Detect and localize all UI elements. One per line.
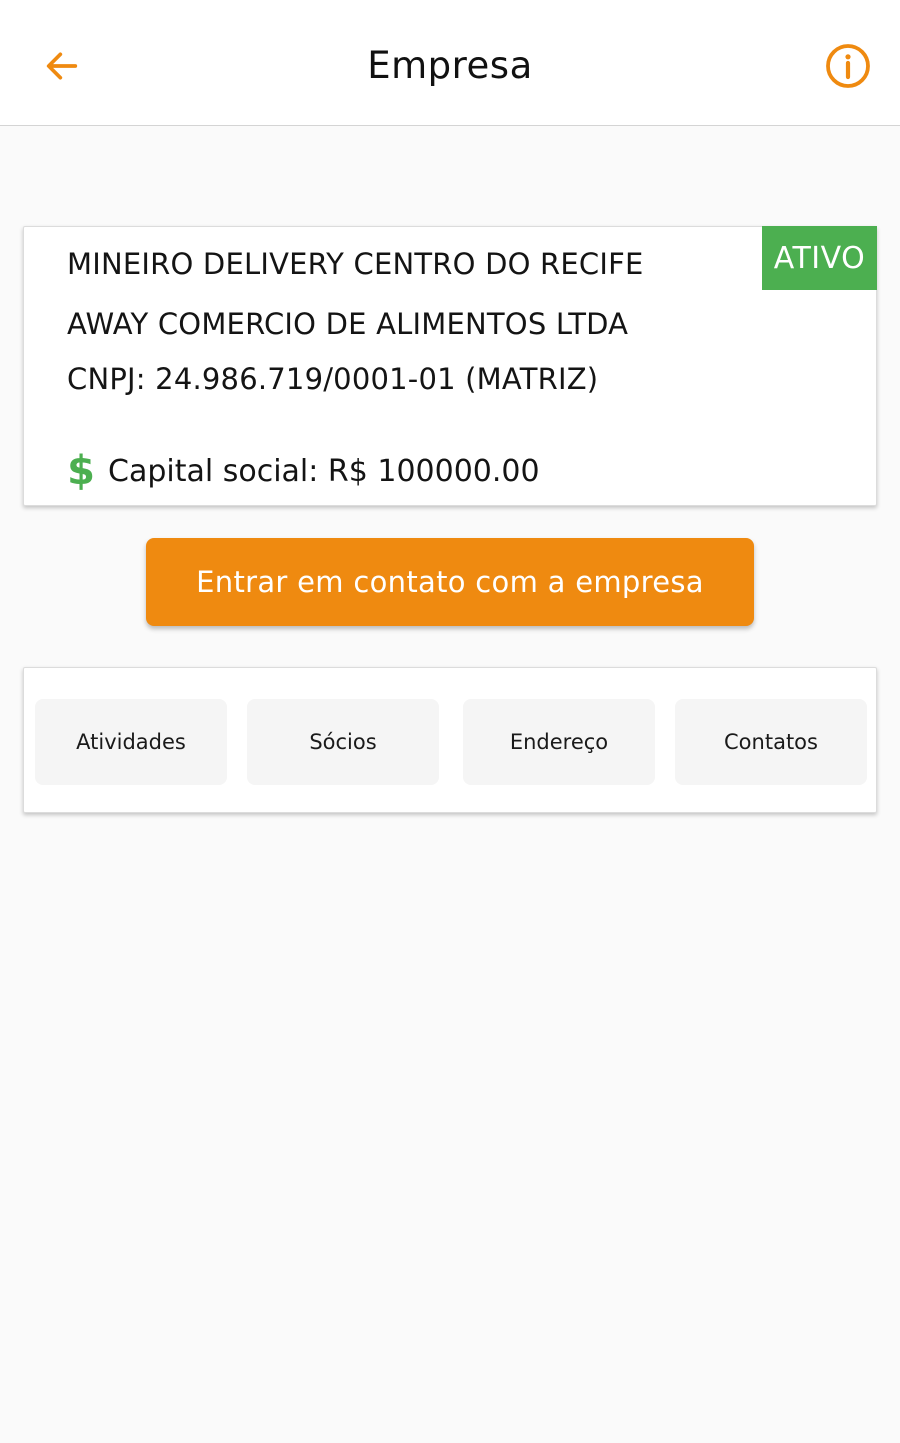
capital-social: Capital social: R$ 100000.00: [108, 453, 540, 489]
page-title: Empresa: [367, 44, 533, 87]
tab-endereco[interactable]: Endereço: [463, 699, 655, 785]
info-circle-icon: [826, 44, 870, 88]
tab-socios[interactable]: Sócios: [247, 699, 439, 785]
company-razao-social: AWAY COMERCIO DE ALIMENTOS LTDA: [67, 307, 629, 341]
app-bar: Empresa: [0, 0, 900, 126]
tab-atividades[interactable]: Atividades: [35, 699, 227, 785]
sections-card: Atividades Sócios Endereço Contatos: [23, 667, 877, 813]
status-badge: ATIVO: [762, 226, 877, 290]
company-cnpj: CNPJ: 24.986.719/0001-01 (MATRIZ): [67, 362, 599, 396]
tab-contatos[interactable]: Contatos: [675, 699, 867, 785]
capital-row: $ Capital social: R$ 100000.00: [64, 449, 540, 493]
info-button[interactable]: [818, 36, 878, 96]
company-card: ATIVO MINEIRO DELIVERY CENTRO DO RECIFE …: [23, 226, 877, 506]
contact-company-button[interactable]: Entrar em contato com a empresa: [146, 538, 754, 626]
company-name: MINEIRO DELIVERY CENTRO DO RECIFE: [67, 247, 644, 281]
dollar-icon: $: [67, 448, 95, 494]
